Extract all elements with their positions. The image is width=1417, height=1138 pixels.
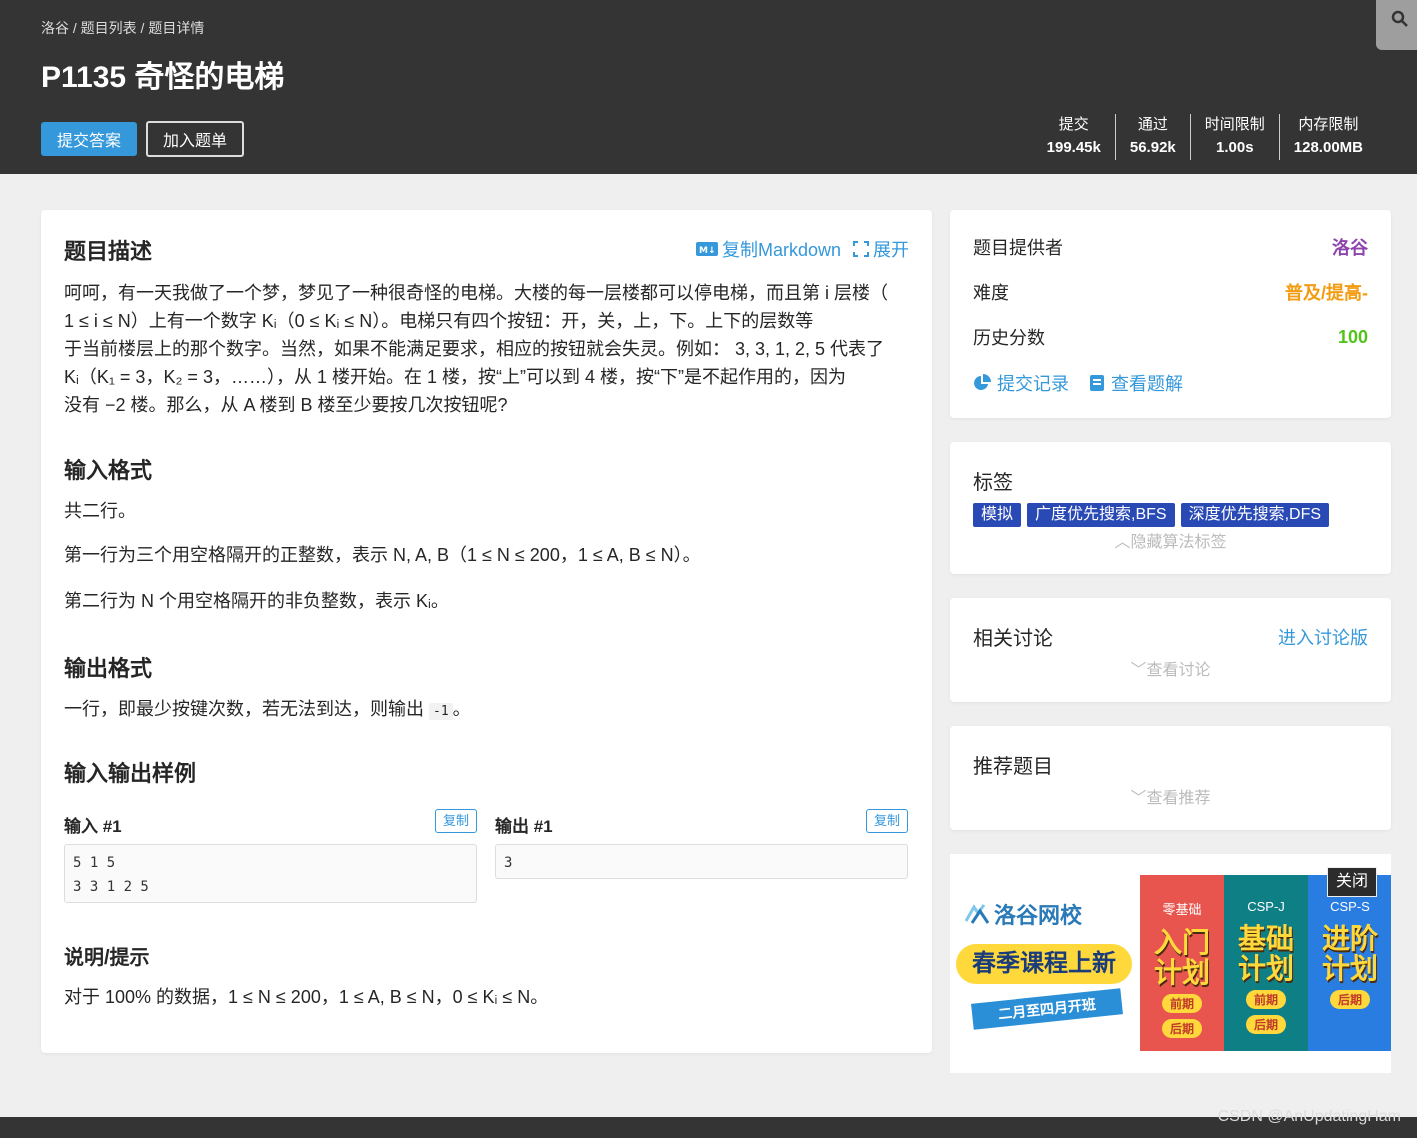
- enter-discussion-link[interactable]: 进入讨论版: [1278, 624, 1368, 650]
- description-line: Kᵢ（K₁ = 3，K₂ = 3，……），从 1 楼开始。在 1 楼，按“上”可…: [64, 367, 846, 387]
- description-line: 于当前楼层上的那个数字。当然，如果不能满足要求，相应的按钮就会失灵。例如： 3,…: [64, 339, 885, 359]
- ad-banner[interactable]: 洛谷网校 春季课程上新 二月至四月开班 零基础 入门 计划 前期 后期 CSP-…: [950, 854, 1391, 1073]
- provider-label: 题目提供者: [973, 238, 1063, 258]
- hide-tags-toggle[interactable]: ︿隐藏算法标签: [950, 528, 1391, 552]
- description-text: 呵呵，有一天我做了一个梦，梦见了一种很奇怪的电梯。大楼的每一层楼都可以停电梯，而…: [64, 279, 909, 419]
- tag-bfs[interactable]: 广度优先搜索,BFS: [1027, 503, 1175, 527]
- ad-column-csps: CSP-S 进阶 计划 后期: [1308, 875, 1391, 1051]
- stat-time-limit: 时间限制 1.00s: [1189, 114, 1279, 160]
- tag-list: 模拟 广度优先搜索,BFS 深度优先搜索,DFS: [973, 503, 1330, 527]
- copy-input-button[interactable]: 复制: [435, 809, 477, 833]
- score-row: 历史分数 100: [973, 324, 1368, 350]
- stat-accepted: 通过 56.92k: [1114, 114, 1190, 160]
- page-footer: [0, 1117, 1417, 1138]
- expand-link[interactable]: 展开: [853, 236, 909, 262]
- submit-answer-button[interactable]: 提交答案: [41, 122, 137, 156]
- input-format-line: 第一行为三个用空格隔开的正整数，表示 N, A, B（1 ≤ N ≤ 200，1…: [64, 545, 701, 565]
- difficulty-row: 难度 普及/提高-: [973, 279, 1368, 305]
- tags-title: 标签: [973, 472, 1013, 494]
- breadcrumb-separator: /: [136, 20, 149, 36]
- ad-subline: 二月至四月开班: [971, 988, 1123, 1030]
- copy-output-button[interactable]: 复制: [866, 809, 908, 833]
- ad-headline: 春季课程上新: [956, 944, 1132, 984]
- chevron-up-icon: ︿: [1114, 534, 1131, 551]
- problem-stats: 提交 199.45k 通过 56.92k 时间限制 1.00s 内存限制 128…: [1033, 114, 1377, 160]
- description-line: 没有 −2 楼。那么，从 A 楼到 B 楼至少要按几次按钮呢?: [64, 395, 508, 415]
- sample-input-label: 输入 #1: [64, 817, 122, 836]
- output-format-text: 一行，即最少按键次数，若无法到达，则输出 -1。: [64, 699, 471, 720]
- description-title: 题目描述: [64, 239, 153, 264]
- sample-input-box: 5 1 5 3 3 1 2 5: [64, 844, 477, 903]
- tags-card: 标签 模拟 广度优先搜索,BFS 深度优先搜索,DFS ︿隐藏算法标签: [950, 442, 1391, 574]
- tag-simulation[interactable]: 模拟: [973, 503, 1022, 527]
- ad-logo: 洛谷网校: [964, 898, 1082, 930]
- score-label: 历史分数: [973, 328, 1045, 348]
- page-title: P1135 奇怪的电梯: [41, 61, 285, 94]
- book-icon: [1090, 375, 1104, 391]
- expand-icon: [853, 241, 869, 257]
- submission-records-link[interactable]: 提交记录: [973, 370, 1069, 396]
- provider-value[interactable]: 洛谷: [1332, 234, 1368, 260]
- view-recommend-toggle[interactable]: ﹀查看推荐: [950, 784, 1391, 808]
- svg-text:M↓: M↓: [699, 246, 716, 256]
- hint-text: 对于 100% 的数据，1 ≤ N ≤ 200，1 ≤ A, B ≤ N，0 ≤…: [64, 987, 549, 1007]
- tag-dfs[interactable]: 深度优先搜索,DFS: [1180, 503, 1330, 527]
- search-icon: [1391, 10, 1408, 27]
- view-discussion-toggle[interactable]: ﹀查看讨论: [950, 656, 1391, 680]
- output-format-title: 输出格式: [64, 656, 153, 681]
- discussion-title: 相关讨论: [973, 628, 1053, 650]
- info-links: 提交记录 查看题解: [973, 370, 1183, 396]
- problem-card: 题目描述 M↓ 复制Markdown 展开 呵呵，有一天我做了一个梦，梦见了一种…: [41, 210, 932, 1053]
- ad-column-cspj: CSP-J 基础 计划 前期 后期: [1224, 875, 1308, 1051]
- difficulty-label: 难度: [973, 283, 1009, 303]
- luogu-logo-icon: [964, 904, 990, 924]
- input-format-title: 输入格式: [64, 458, 153, 483]
- breadcrumb-problem-list[interactable]: 题目列表: [81, 20, 137, 36]
- stat-memory-limit: 内存限制 128.00MB: [1278, 114, 1377, 160]
- score-value: 100: [1337, 326, 1368, 347]
- ad-close-button[interactable]: 关闭: [1327, 867, 1377, 897]
- chevron-down-icon: ﹀: [1130, 790, 1147, 807]
- discussion-card: 相关讨论 进入讨论版 ﹀查看讨论: [950, 598, 1391, 702]
- provider-row: 题目提供者 洛谷: [973, 234, 1368, 260]
- breadcrumb-separator: /: [69, 20, 81, 36]
- stat-submissions: 提交 199.45k: [1046, 116, 1101, 156]
- ad-column-beginner: 零基础 入门 计划 前期 后期: [1140, 875, 1224, 1051]
- sample-output-box: 3: [495, 844, 908, 879]
- pie-chart-icon: [974, 374, 991, 390]
- search-button[interactable]: [1376, 0, 1417, 50]
- breadcrumb-luogu[interactable]: 洛谷: [41, 20, 69, 36]
- watermark: CSDN @AnUpdatingHam: [1217, 1108, 1401, 1125]
- difficulty-value: 普及/提高-: [1285, 283, 1368, 303]
- samples-title: 输入输出样例: [64, 761, 197, 786]
- description-line: 1 ≤ i ≤ N）上有一个数字 Kᵢ（0 ≤ Kᵢ ≤ N）。电梯只有四个按钮…: [64, 311, 814, 331]
- markdown-icon: M↓: [695, 242, 718, 256]
- breadcrumb-problem-detail: 题目详情: [148, 20, 205, 36]
- add-to-list-button[interactable]: 加入题单: [146, 121, 244, 157]
- description-line: 呵呵，有一天我做了一个梦，梦见了一种很奇怪的电梯。大楼的每一层楼都可以停电梯，而…: [64, 283, 888, 303]
- input-format-line: 第二行为 N 个用空格隔开的非负整数，表示 Kᵢ。: [64, 591, 449, 611]
- problem-info-card: 题目提供者 洛谷 难度 普及/提高- 历史分数 100 提交记录 查看题解: [950, 210, 1391, 418]
- page-header: 洛谷 / 题目列表 / 题目详情 P1135 奇怪的电梯 提交答案 加入题单 提…: [0, 0, 1417, 174]
- inline-code: -1: [429, 703, 453, 720]
- chevron-down-icon: ﹀: [1130, 662, 1147, 679]
- recommend-title: 推荐题目: [973, 756, 1053, 778]
- breadcrumb: 洛谷 / 题目列表 / 题目详情: [41, 18, 204, 38]
- recommend-card: 推荐题目 ﹀查看推荐: [950, 726, 1391, 830]
- card-actions: M↓ 复制Markdown 展开: [695, 236, 909, 262]
- copy-markdown-link[interactable]: M↓ 复制Markdown: [695, 236, 841, 262]
- sample-output-label: 输出 #1: [495, 817, 553, 836]
- input-format-line: 共二行。: [64, 501, 136, 521]
- view-solutions-link[interactable]: 查看题解: [1089, 370, 1183, 396]
- hint-title: 说明/提示: [64, 947, 150, 969]
